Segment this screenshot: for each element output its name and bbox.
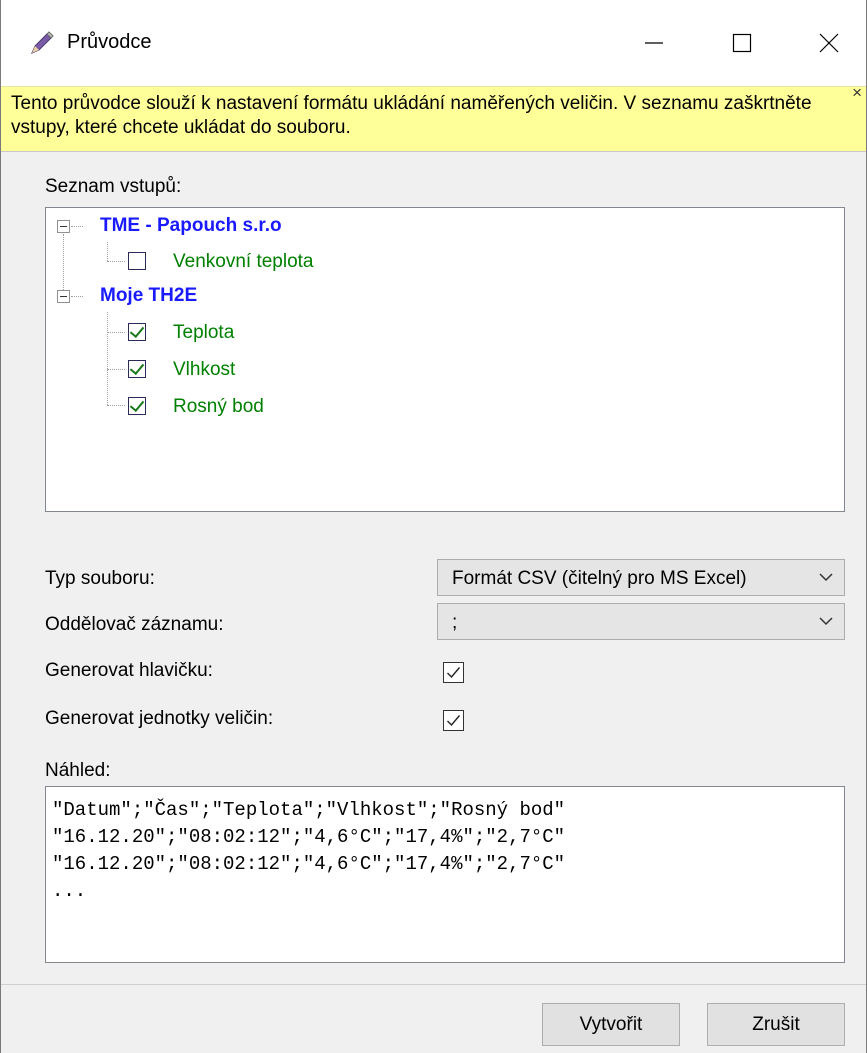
inputs-label: Seznam vstupů: (45, 176, 182, 197)
inputs-tree[interactable]: TME - Papouch s.r.o Venkovní teplota Moj… (45, 207, 845, 512)
preview-line: "16.12.20";"08:02:12";"4,6°C";"17,4%";"2… (52, 853, 566, 875)
tree-group-label[interactable]: Moje TH2E (100, 285, 197, 307)
separator-label: Oddělovač záznamu: (45, 614, 224, 635)
preview-box[interactable]: "Datum";"Čas";"Teplota";"Vlhkost";"Rosný… (45, 786, 845, 963)
window-title: Průvodce (67, 31, 152, 53)
tree-item-checkbox[interactable] (128, 323, 146, 341)
tree-item-label[interactable]: Rosný bod (173, 396, 264, 418)
pencil-icon (29, 30, 55, 56)
tree-item-label[interactable]: Teplota (173, 322, 234, 344)
chevron-down-icon (819, 573, 833, 582)
create-button[interactable]: Vytvořit (542, 1003, 680, 1046)
header-label: Generovat hlavičku: (45, 660, 213, 681)
header-checkbox[interactable] (443, 662, 464, 683)
tree-connector (107, 242, 108, 261)
close-button[interactable] (801, 18, 857, 68)
preview-line: "Datum";"Čas";"Teplota";"Vlhkost";"Rosný… (52, 799, 566, 821)
tree-connector (107, 312, 108, 405)
footer-separator (1, 984, 866, 985)
cancel-button[interactable]: Zrušit (707, 1003, 845, 1046)
minimize-button[interactable] (626, 18, 682, 68)
maximize-button[interactable] (714, 18, 770, 68)
tree-connector (107, 369, 125, 370)
check-icon (447, 667, 461, 679)
tree-item-checkbox[interactable] (128, 397, 146, 415)
maximize-icon (732, 33, 752, 53)
info-bar: Tento průvodce slouží k nastavení formát… (1, 83, 866, 152)
wizard-window: Průvodce Tento průvodce slouží k nastave… (0, 0, 867, 1053)
file-type-value: Formát CSV (čitelný pro MS Excel) (452, 568, 747, 589)
tree-item-checkbox[interactable] (128, 252, 146, 270)
preview-line: "16.12.20";"08:02:12";"4,6°C";"17,4%";"2… (52, 826, 566, 848)
units-checkbox[interactable] (443, 710, 464, 731)
units-label: Generovat jednotky veličin: (45, 708, 274, 729)
chevron-down-icon (819, 617, 833, 626)
minimize-icon (645, 42, 663, 44)
separator-value: ; (452, 612, 458, 633)
collapse-icon[interactable] (57, 220, 70, 233)
file-type-label: Typ souboru: (45, 568, 155, 589)
tree-item-label[interactable]: Vlhkost (173, 359, 235, 381)
check-icon (447, 715, 461, 727)
close-icon (819, 33, 839, 53)
preview-label: Náhled: (45, 760, 111, 781)
tree-connector (107, 261, 125, 262)
collapse-icon[interactable] (57, 290, 70, 303)
tree-group-label[interactable]: TME - Papouch s.r.o (100, 215, 282, 237)
info-text: Tento průvodce slouží k nastavení formát… (11, 93, 812, 138)
tree-connector (71, 226, 83, 227)
title-bar[interactable]: Průvodce (1, 0, 866, 86)
info-close-icon[interactable]: × (852, 83, 862, 103)
separator-select[interactable]: ; (437, 603, 845, 640)
file-type-select[interactable]: Formát CSV (čitelný pro MS Excel) (437, 559, 845, 596)
tree-connector (71, 296, 83, 297)
tree-item-checkbox[interactable] (128, 360, 146, 378)
tree-item-label[interactable]: Venkovní teplota (173, 251, 314, 273)
tree-connector (107, 405, 125, 406)
tree-connector (107, 332, 125, 333)
preview-line: ... (52, 880, 87, 902)
